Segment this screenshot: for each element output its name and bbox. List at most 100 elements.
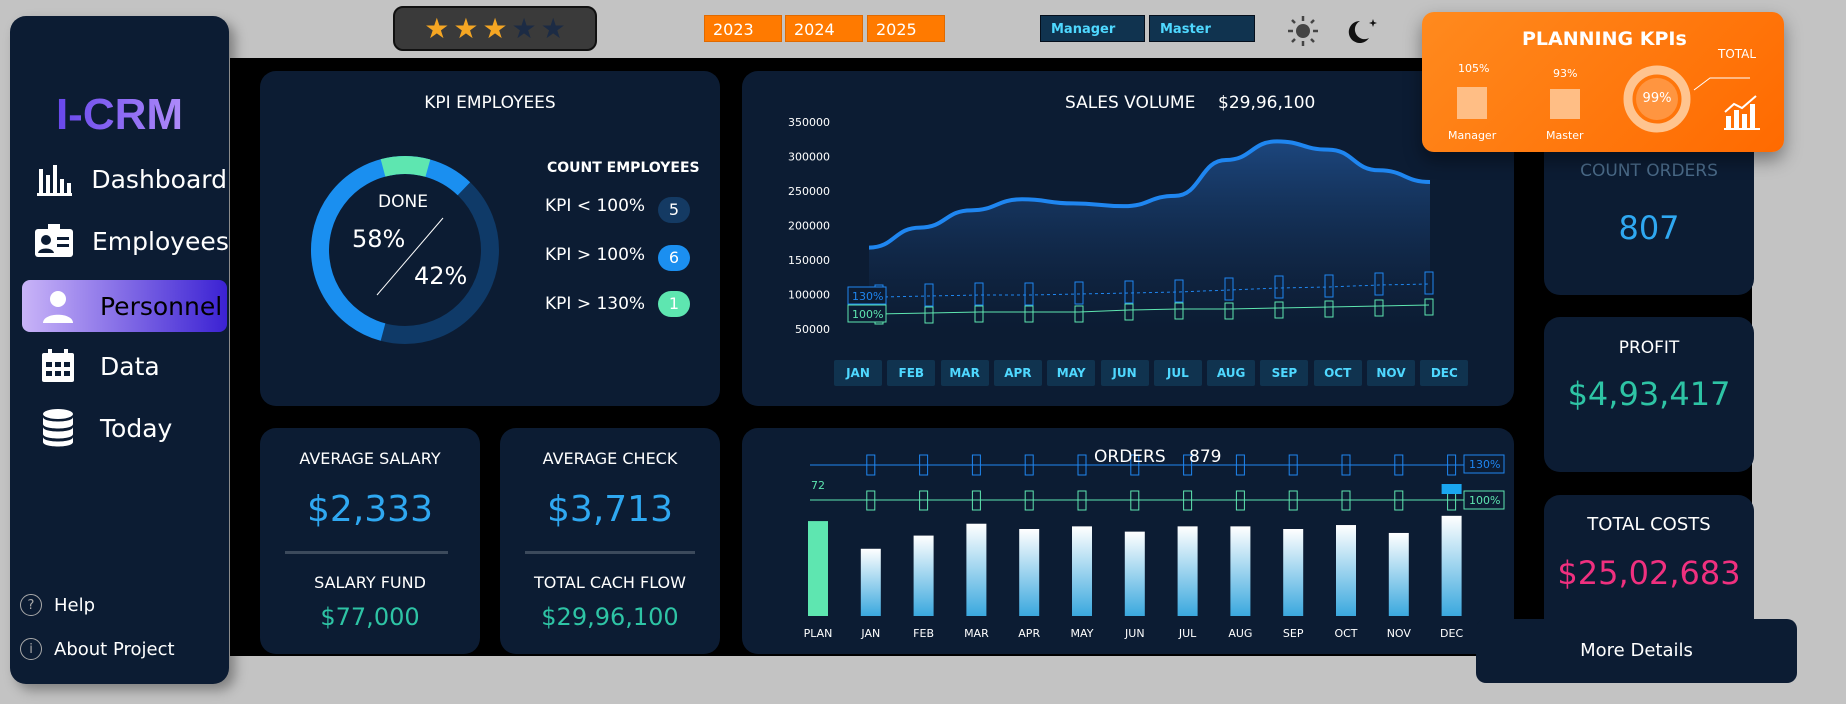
ref-130-label: 130% [852,290,883,303]
help-link[interactable]: ? Help [20,594,95,616]
sidebar-item-label: Today [100,413,173,443]
average-salary-title: AVERAGE SALARY [299,449,441,468]
role-button-manager[interactable]: Manager [1040,15,1145,42]
y-tick-label: 150000 [788,254,830,267]
month-filter-button[interactable]: NOV [1367,360,1415,386]
orders-bar [860,548,881,616]
y-tick-label: 300000 [788,151,830,164]
count-employees-title: COUNT EMPLOYEES [547,160,700,176]
planning-kpis-card: PLANNING KPIs 105% Manager 93% Master 99… [1422,12,1784,152]
sidebar-item-personnel[interactable]: Personnel [22,280,227,332]
y-tick-label: 350000 [788,116,830,129]
x-tick-label: MAY [1071,627,1094,640]
orders-bar [1072,526,1092,616]
month-filter-button[interactable]: OCT [1313,360,1362,386]
donut-rest-percent: 42% [414,262,468,290]
average-salary-value: $2,333 [307,489,433,530]
star-icon[interactable]: ★ [541,12,566,45]
database-icon [34,408,82,448]
orders-bar [1441,515,1462,616]
bar-chart-icon [34,159,73,199]
master-kpi-label: Master [1546,129,1584,142]
month-filter-button[interactable]: JUN [1100,360,1149,386]
month-filter-button[interactable]: DEC [1420,360,1469,386]
ref-130-label: 130% [1469,458,1500,471]
total-cash-flow-value: $29,96,100 [541,603,679,631]
count-orders-title: COUNT ORDERS [1580,161,1718,181]
ref-100-label: 100% [1469,494,1500,507]
x-tick-label: JUL [1178,627,1197,640]
donut-done-percent: 58% [352,225,406,253]
sidebar-item-today[interactable]: Today [22,402,227,454]
orders-bar [1388,532,1409,616]
more-details-button[interactable]: More Details [1476,619,1797,683]
star-icon[interactable]: ★ [512,12,537,45]
y-tick-label: 250000 [788,185,830,198]
master-kpi-box [1550,89,1580,119]
month-filter-button[interactable]: MAR [940,360,989,386]
year-button-2024[interactable]: 2024 [785,15,863,42]
x-tick-label: APR [1018,627,1040,640]
year-button-2025[interactable]: 2025 [867,15,945,42]
profit-title: PROFIT [1618,338,1680,358]
orders-bar [913,535,934,616]
x-tick-label: MAR [964,627,989,640]
average-check-title: AVERAGE CHECK [542,449,678,468]
x-tick-label: FEB [913,627,934,640]
master-kpi-percent: 93% [1553,67,1578,80]
sun-icon[interactable] [1286,14,1320,48]
role-button-master[interactable]: Master [1149,15,1255,42]
planning-kpis-title: PLANNING KPIs [1522,28,1687,50]
sidebar-item-data[interactable]: Data [22,340,227,392]
average-check-value: $3,713 [547,489,673,530]
orders-bar [1230,526,1251,616]
about-project-link[interactable]: i About Project [20,638,175,660]
x-tick-label: JAN [860,627,880,640]
plan-data-label: 72 [811,479,825,492]
sales-area [869,141,1430,329]
orders-bar [1336,525,1356,616]
star-icon[interactable]: ★ [482,12,507,45]
sidebar-item-dashboard[interactable]: Dashboard [22,153,227,205]
month-filter-button[interactable]: JAN [834,360,882,386]
rating-stars[interactable]: ★ ★ ★ ★ ★ [393,6,597,51]
kpi-row-badge: 1 [658,291,690,317]
sidebar-item-employees[interactable]: Employees [22,215,229,267]
moon-icon[interactable] [1347,14,1381,48]
profit-value: $4,93,417 [1567,375,1731,413]
star-icon[interactable]: ★ [453,12,478,45]
divider [525,551,695,554]
month-filter-button[interactable]: AUG [1207,360,1256,386]
app-logo: I-CRM [10,90,229,140]
total-kpi-leader-line [1693,77,1750,91]
orders-bar [966,523,987,616]
star-icon[interactable]: ★ [424,12,449,45]
orders-title: ORDERS [1094,447,1166,467]
year-button-2023[interactable]: 2023 [704,15,782,42]
x-tick-label: AUG [1228,627,1252,640]
salary-fund-value: $77,000 [320,603,420,631]
orders-bar [1283,529,1304,616]
y-tick-label: 50000 [795,323,830,336]
total-costs-title: TOTAL COSTS [1587,514,1711,535]
kpi-row-label: KPI < 100% [545,196,646,216]
sidebar-item-label: Dashboard [91,164,227,194]
sales-volume-chart: 50000 100000 150000 200000 250000 300000 35000… [788,116,1434,336]
kpi-row-label: KPI > 130% [545,294,646,314]
orders-bar [1177,526,1198,616]
sidebar-item-label: Data [100,351,160,381]
highlight-marker [1441,484,1462,494]
sidebar-item-label: Personnel [100,291,223,321]
x-tick-label: DEC [1440,627,1463,640]
kpi-row-label: KPI > 100% [545,245,646,265]
total-cash-flow-title: TOTAL CACH FLOW [534,573,686,592]
month-filter-button[interactable]: SEP [1260,360,1309,386]
month-filter-button[interactable]: APR [993,360,1042,386]
kpi-employees-title: KPI EMPLOYEES [424,93,556,113]
growth-chart-icon [1724,95,1760,130]
month-filter-button[interactable]: FEB [887,360,936,386]
month-filter-button[interactable]: MAY [1047,360,1096,386]
manager-kpi-box [1457,87,1487,119]
total-kpi-label: TOTAL [1718,47,1757,61]
month-filter-button[interactable]: JUL [1153,360,1202,386]
